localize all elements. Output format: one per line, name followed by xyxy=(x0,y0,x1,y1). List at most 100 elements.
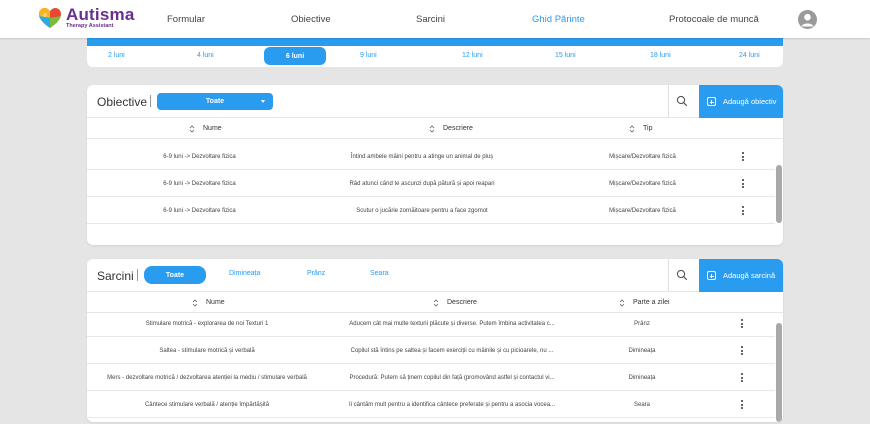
sort-icon xyxy=(429,124,435,133)
cell-nume: Mers - dezvoltare motrică / dezvoltarea … xyxy=(107,374,307,381)
cell-tip: Mișcare/Dezvoltare fizică xyxy=(609,180,676,187)
tasks-title: Sarcini xyxy=(97,269,134,283)
search-icon[interactable] xyxy=(676,95,688,107)
cell-parte-a-zilei: Prânz xyxy=(634,320,650,327)
sort-icon xyxy=(619,298,625,307)
more-options-icon[interactable] xyxy=(742,206,745,216)
sort-icon xyxy=(192,298,198,307)
brand-subtitle: Therapy Assistant xyxy=(66,23,114,29)
objectives-header: Obiective Toate Adaugă obiectiv xyxy=(87,85,783,118)
age-tab-2-luni[interactable]: 2 luni xyxy=(108,52,125,59)
table-row[interactable]: 6-9 luni -> Dezvoltare fizica Scutur o j… xyxy=(87,197,775,224)
more-options-icon[interactable] xyxy=(741,400,744,410)
objectives-card: Obiective Toate Adaugă obiectiv Nume Des… xyxy=(87,85,783,245)
cell-parte-a-zilei: Seara xyxy=(633,401,650,408)
caret-down-icon xyxy=(261,100,265,103)
top-navigation: Autisma Therapy Assistant Formular Obiec… xyxy=(0,0,870,38)
cell-descriere: Râd atunci când te ascunzi după pătură ș… xyxy=(349,180,495,187)
add-objective-button[interactable]: Adaugă obiectiv xyxy=(699,85,783,118)
more-options-icon[interactable] xyxy=(742,179,745,189)
objectives-title: Obiective xyxy=(97,95,148,109)
table-row[interactable]: 6-9 luni -> Dezvoltare fizica Râd atunci… xyxy=(87,170,775,197)
table-row[interactable]: Cântece stimulare verbală / atenție împă… xyxy=(87,391,775,418)
column-tip-label: Tip xyxy=(643,125,653,132)
tasks-header: Sarcini Toate Dimineața Prânz Seara Adau… xyxy=(87,259,783,292)
age-tab-12-luni[interactable]: 12 luni xyxy=(462,52,483,59)
column-parte-a-zilei-label: Parte a zilei xyxy=(633,299,670,306)
objectives-filter-select[interactable]: Toate xyxy=(157,93,273,110)
add-objective-label: Adaugă obiectiv xyxy=(723,97,777,106)
objectives-scrollbar[interactable] xyxy=(776,165,782,223)
logo[interactable]: Autisma Therapy Assistant xyxy=(38,6,134,30)
add-task-label: Adaugă sarcină xyxy=(723,271,776,280)
title-divider xyxy=(150,95,151,107)
cell-descriere: Copilul stă întins pe saltea și facem ex… xyxy=(350,347,554,354)
age-tab-15-luni[interactable]: 15 luni xyxy=(555,52,576,59)
column-nume[interactable]: Nume xyxy=(189,118,222,139)
age-tab-6-luni[interactable]: 6 luni xyxy=(264,47,326,65)
column-descriere[interactable]: Descriere xyxy=(429,118,473,139)
nav-item-formular[interactable]: Formular xyxy=(167,14,205,25)
cell-nume: Stimulare motrică - explorarea de noi Te… xyxy=(145,320,269,327)
column-nume[interactable]: Nume xyxy=(192,292,225,313)
header-separator xyxy=(668,85,669,118)
cell-descriere: Ii cântăm mult pentru a identifica cânte… xyxy=(348,401,556,408)
column-parte-a-zilei[interactable]: Parte a zilei xyxy=(619,292,670,313)
cell-descriere: Aducem cât mai multe texturii plăcute și… xyxy=(349,320,555,327)
age-tab-9-luni[interactable]: 9 luni xyxy=(360,52,377,59)
sort-icon xyxy=(629,124,635,133)
column-nume-label: Nume xyxy=(203,125,222,132)
cell-nume: Cântece stimulare verbală / atenție împă… xyxy=(144,401,270,408)
table-row[interactable]: Stimulare motrică - explorarea de noi Te… xyxy=(87,313,775,337)
nav-item-obiective[interactable]: Obiective xyxy=(291,14,331,25)
sort-icon xyxy=(433,298,439,307)
cell-tip: Mișcare/Dezvoltare fizică xyxy=(609,153,676,160)
search-icon[interactable] xyxy=(676,269,688,281)
more-options-icon[interactable] xyxy=(741,346,744,356)
avatar[interactable] xyxy=(798,10,817,29)
cell-descriere: Întind ambele mâini pentru a atinge un a… xyxy=(350,153,494,160)
tasks-scrollbar[interactable] xyxy=(776,323,782,422)
cell-nume: 6-9 luni -> Dezvoltare fizica xyxy=(163,180,236,187)
tab-seara[interactable]: Seara xyxy=(370,270,389,277)
tab-toate[interactable]: Toate xyxy=(144,266,206,284)
tab-dimineata[interactable]: Dimineața xyxy=(229,270,261,277)
cell-descriere: Scutur o jucărie zornăitoare pentru a fa… xyxy=(356,207,488,214)
table-row[interactable]: Mers - dezvoltare motrică / dezvoltarea … xyxy=(87,364,775,391)
cell-parte-a-zilei: Dimineața xyxy=(628,347,656,354)
tasks-column-header: Nume Descriere Parte a zilei xyxy=(87,292,783,313)
column-descriere-label: Descriere xyxy=(447,299,477,306)
column-descriere[interactable]: Descriere xyxy=(433,292,477,313)
sort-icon xyxy=(189,124,195,133)
tasks-card: Sarcini Toate Dimineața Prânz Seara Adau… xyxy=(87,259,783,422)
add-task-button[interactable]: Adaugă sarcină xyxy=(699,259,783,292)
column-nume-label: Nume xyxy=(206,299,225,306)
age-tab-24-luni[interactable]: 24 luni xyxy=(739,52,760,59)
brand-title: Autisma xyxy=(66,5,135,24)
nav-item-ghid-parinte[interactable]: Ghid Părinte xyxy=(532,14,585,25)
age-tab-18-luni[interactable]: 18 luni xyxy=(650,52,671,59)
title-divider xyxy=(137,269,138,281)
more-options-icon[interactable] xyxy=(742,152,745,162)
plus-icon xyxy=(707,97,716,106)
table-row[interactable]: 6-9 luni -> Dezvoltare fizica Întind amb… xyxy=(87,143,775,170)
objectives-table-body: 6-9 luni -> Dezvoltare fizica Întind amb… xyxy=(87,139,775,239)
more-options-icon[interactable] xyxy=(741,373,744,383)
age-selector: 2 luni 4 luni 6 luni 9 luni 12 luni 15 l… xyxy=(87,38,783,67)
puzzle-heart-icon xyxy=(39,7,61,28)
nav-item-protocoale[interactable]: Protocoale de muncă xyxy=(669,14,759,25)
tab-pranz[interactable]: Prânz xyxy=(307,270,325,277)
cell-nume: Saltea - stimulare motrică și verbală xyxy=(159,347,255,354)
cell-tip: Mișcare/Dezvoltare fizică xyxy=(609,207,676,214)
table-row[interactable]: Saltea - stimulare motrică și verbală Co… xyxy=(87,337,775,364)
column-tip[interactable]: Tip xyxy=(629,118,652,139)
column-descriere-label: Descriere xyxy=(443,125,473,132)
tasks-table-body: Stimulare motrică - explorarea de noi Te… xyxy=(87,313,775,422)
user-icon xyxy=(801,13,814,27)
more-options-icon[interactable] xyxy=(741,319,744,329)
objectives-column-header: Nume Descriere Tip xyxy=(87,118,783,139)
objectives-filter-value: Toate xyxy=(205,98,225,105)
age-tab-4-luni[interactable]: 4 luni xyxy=(197,52,214,59)
nav-item-sarcini[interactable]: Sarcini xyxy=(416,14,445,25)
header-separator xyxy=(668,259,669,292)
